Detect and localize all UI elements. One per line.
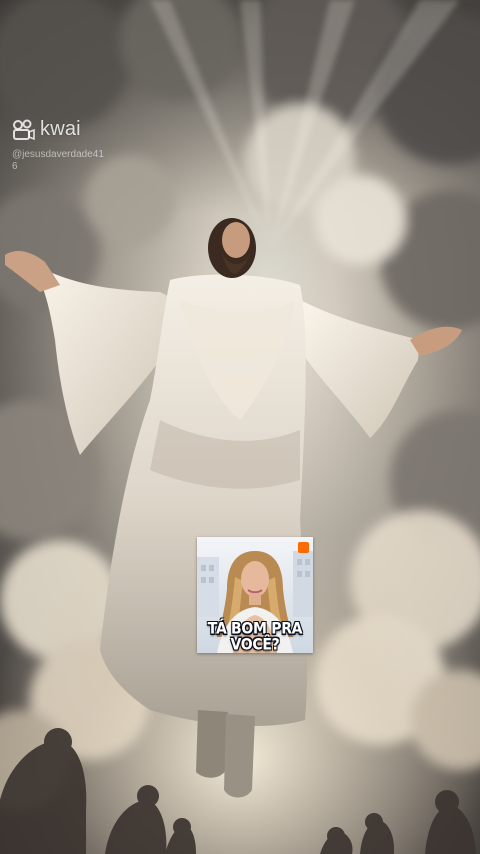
creator-handle: @jesusdaverdade41	[12, 149, 104, 160]
creator-handle-suffix: 6	[12, 161, 18, 172]
sticker-caption: TÁ BOM PRA VOCÊ?	[207, 620, 303, 653]
sticker-overlay[interactable]: TÁ BOM PRA VOCÊ?	[197, 537, 313, 653]
kwai-watermark-row: kwai	[12, 118, 104, 141]
kwai-brand-text: kwai	[40, 118, 81, 140]
kwai-logo-icon	[13, 119, 35, 140]
kwai-watermark: kwai @jesusdaverdade41 6	[12, 118, 104, 172]
video-frame[interactable]: kwai @jesusdaverdade41 6 TÁ BOM PRA VOCÊ…	[0, 0, 480, 854]
kwai-badge-icon	[298, 542, 309, 553]
